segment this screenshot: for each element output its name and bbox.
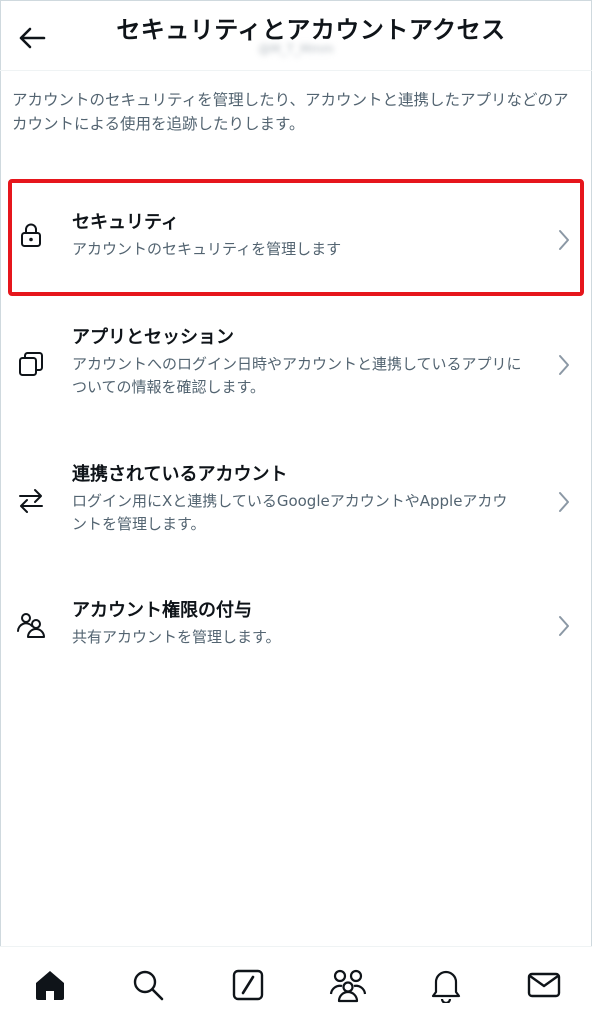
home-icon — [36, 971, 64, 1000]
chevron-right-icon — [556, 228, 572, 252]
menu-item-label: セキュリティ — [72, 212, 179, 233]
chevron-right-icon — [556, 614, 572, 638]
tab-home[interactable] — [30, 965, 70, 1005]
people-icon — [14, 608, 48, 642]
grok-icon — [232, 969, 264, 1001]
intro-text: アカウントのセキュリティを管理したり、アカウントと連携したアプリなどのアカウント… — [12, 91, 569, 133]
bottom-tab-bar — [0, 946, 592, 1024]
menu-item-text: アプリとセッション アカウントへのログイン日時やアカウントと連携しているアプリに… — [72, 325, 522, 399]
tab-notifications[interactable] — [426, 965, 466, 1005]
tab-search[interactable] — [128, 965, 168, 1005]
menu-item-desc: アカウントへのログイン日時やアカウントと連携しているアプリについての情報を確認し… — [72, 355, 522, 396]
communities-icon — [329, 969, 367, 1003]
menu-item-text: アカウント権限の付与 共有アカウントを管理します。 — [72, 598, 532, 649]
messages-icon — [527, 972, 561, 998]
menu-item-label: アカウント権限の付与 — [72, 600, 252, 621]
tab-communities[interactable] — [328, 965, 368, 1005]
chevron-right-icon — [556, 490, 572, 514]
menu-item-text: 連携されているアカウント ログイン用にXと連携しているGoogleアカウントやA… — [72, 462, 522, 536]
lock-icon — [14, 218, 48, 252]
apps-sessions-icon — [14, 347, 48, 381]
account-handle: @M_T_Mmm — [258, 42, 334, 56]
menu-item-desc: 共有アカウントを管理します。 — [72, 628, 281, 646]
menu-item-label: 連携されているアカウント — [72, 464, 288, 485]
menu-item-label: アプリとセッション — [72, 327, 234, 348]
swap-arrows-icon — [14, 484, 48, 518]
header-divider — [0, 70, 592, 71]
search-icon — [133, 970, 164, 1001]
menu-item-desc: ログイン用にXと連携しているGoogleアカウントやAppleアカウントを管理し… — [72, 492, 508, 533]
menu-item-desc: アカウントのセキュリティを管理します — [72, 240, 342, 258]
menu-item-text: セキュリティ アカウントのセキュリティを管理します — [72, 210, 532, 261]
chevron-right-icon — [556, 353, 572, 377]
page-title: セキュリティとアカウントアクセス — [116, 16, 506, 44]
tab-messages[interactable] — [524, 965, 564, 1005]
notifications-icon — [431, 970, 461, 1003]
tab-grok[interactable] — [228, 965, 268, 1005]
header: セキュリティとアカウントアクセス @M_T_Mmm — [0, 0, 592, 70]
